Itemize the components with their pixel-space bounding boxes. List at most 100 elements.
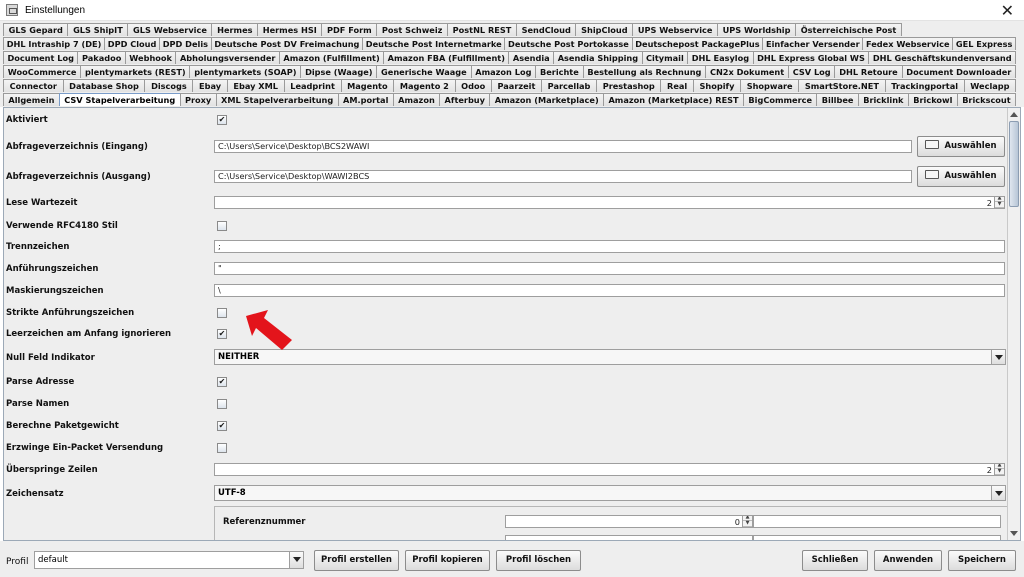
tab-hermes-hsi[interactable]: Hermes HSI (257, 23, 323, 36)
tab-amazon-fba-fulfillment[interactable]: Amazon FBA (Fulfillment) (383, 51, 510, 64)
spinner-down-icon[interactable]: ▼ (995, 469, 1004, 475)
tab-database-shop[interactable]: Database Shop (62, 79, 146, 92)
tab-österreichische-post[interactable]: Österreichische Post (795, 23, 902, 36)
tab-sendcloud[interactable]: SendCloud (515, 23, 577, 36)
spinner-down-icon[interactable]: ▼ (995, 202, 1004, 208)
tab-gel-express[interactable]: GEL Express (952, 37, 1017, 50)
leerzeichen-checkbox[interactable]: ✔ (217, 329, 227, 339)
tab-post-schweiz[interactable]: Post Schweiz (376, 23, 449, 36)
speichern-button[interactable]: Speichern (948, 550, 1016, 571)
tab-document-downloader[interactable]: Document Downloader (901, 65, 1017, 78)
tab-dpd-cloud[interactable]: DPD Cloud (104, 37, 161, 50)
tab-plentymarkets-soap[interactable]: plentymarkets (SOAP) (189, 65, 302, 78)
tab-hermes[interactable]: Hermes (211, 23, 259, 36)
zeichensatz-select[interactable]: UTF-8 (214, 485, 1006, 501)
tab-dhl-retoure[interactable]: DHL Retoure (834, 65, 903, 78)
tab-shipcloud[interactable]: ShipCloud (575, 23, 634, 36)
tab-dhl-easylog[interactable]: DHL Easylog (687, 51, 754, 64)
tab-connector[interactable]: Connector (3, 79, 64, 92)
tab-asendia-shipping[interactable]: Asendia Shipping (553, 51, 643, 64)
null-feld-select[interactable]: NEITHER (214, 349, 1006, 365)
profil-erstellen-button[interactable]: Profil erstellen (314, 550, 399, 571)
maskierungszeichen-field[interactable]: \ (214, 284, 1005, 297)
tab-dipse-waage[interactable]: Dipse (Waage) (300, 65, 378, 78)
chevron-down-icon[interactable] (991, 486, 1005, 500)
tab-amazon-log[interactable]: Amazon Log (470, 65, 537, 78)
tab-deutschepost-packageplus[interactable]: Deutschepost PackagePlus (631, 37, 764, 50)
referenznummer-spinner[interactable]: 0 ▲ ▼ (505, 515, 753, 528)
tab-paarzeit[interactable]: Paarzeit (490, 79, 543, 92)
trennzeichen-field[interactable]: ; (214, 240, 1005, 253)
erzwinge-checkbox[interactable] (217, 443, 227, 453)
berechne-checkbox[interactable]: ✔ (217, 421, 227, 431)
tab-generische-waage[interactable]: Generische Waage (376, 65, 472, 78)
strikte-checkbox[interactable] (217, 308, 227, 318)
tab-amazon-marketplace[interactable]: Amazon (Marketplace) (489, 93, 605, 106)
lese-wartezeit-spinner[interactable]: 2 ▲ ▼ (214, 196, 1005, 209)
output-dir-select-button[interactable]: Auswählen (917, 166, 1005, 187)
scroll-up-icon[interactable] (1009, 109, 1019, 119)
anfuehrungszeichen-field[interactable]: " (214, 262, 1005, 275)
scroll-down-icon[interactable] (1009, 529, 1019, 539)
tab-billbee[interactable]: Billbee (816, 93, 859, 106)
input-dir-select-button[interactable]: Auswählen (917, 136, 1005, 157)
tab-smartstore-net[interactable]: SmartStore.NET (798, 79, 886, 92)
rfc4180-checkbox[interactable] (217, 221, 227, 231)
aktiviert-checkbox[interactable]: ✔ (217, 115, 227, 125)
spinner-down-icon[interactable]: ▼ (743, 521, 752, 527)
tab-discogs[interactable]: Discogs (144, 79, 194, 92)
spinner-buttons[interactable]: ▲ ▼ (742, 516, 752, 527)
profil-kopieren-button[interactable]: Profil kopieren (405, 550, 490, 571)
tab-deutsche-post-internetmarke[interactable]: Deutsche Post Internetmarke (362, 37, 506, 50)
tab-amazon-fulfillment[interactable]: Amazon (Fulfillment) (278, 51, 385, 64)
tab-berichte[interactable]: Berichte (535, 65, 584, 78)
tab-brickowl[interactable]: Brickowl (907, 93, 958, 106)
tab-gls-webservice[interactable]: GLS Webservice (127, 23, 213, 36)
tab-shopify[interactable]: Shopify (692, 79, 742, 92)
tab-fedex-webservice[interactable]: Fedex Webservice (862, 37, 954, 50)
tab-prestashop[interactable]: Prestashop (596, 79, 662, 92)
referenznummer-extra-field[interactable] (753, 515, 1001, 528)
tab-shopware[interactable]: Shopware (740, 79, 800, 92)
tab-xml-stapelverarbeitung[interactable]: XML Stapelverarbeitung (215, 93, 339, 106)
tab-gls-shipit[interactable]: GLS ShipIT (67, 23, 129, 36)
tab-pdf-form[interactable]: PDF Form (321, 23, 378, 36)
tab-deutsche-post-dv-freimachung[interactable]: Deutsche Post DV Freimachung (210, 37, 364, 50)
tab-allgemein[interactable]: Allgemein (3, 93, 60, 106)
tab-bestellung-als-rechnung[interactable]: Bestellung als Rechnung (582, 65, 707, 78)
tab-brickscout[interactable]: Brickscout (956, 93, 1017, 106)
tab-weclapp[interactable]: Weclapp (963, 79, 1017, 92)
tab-dhl-express-global-ws[interactable]: DHL Express Global WS (752, 51, 870, 64)
tab-csv-stapelverarbeitung[interactable]: CSV Stapelverarbeitung (58, 93, 181, 106)
tab-pakadoo[interactable]: Pakadoo (77, 51, 126, 64)
input-dir-field[interactable]: C:\Users\Service\Desktop\BCS2WAWI (214, 140, 912, 153)
tab-dhl-intraship-7-de[interactable]: DHL Intraship 7 (DE) (3, 37, 106, 50)
tab-trackingportal[interactable]: Trackingportal (884, 79, 965, 92)
tab-citymail[interactable]: Citymail (641, 51, 689, 64)
tab-magento[interactable]: Magento (340, 79, 395, 92)
tab-amazon[interactable]: Amazon (392, 93, 441, 106)
tab-ebay[interactable]: Ebay (192, 79, 228, 92)
tab-einfacher-versender[interactable]: Einfacher Versender (762, 37, 864, 50)
ueberspringe-spinner[interactable]: 2 ▲ ▼ (214, 463, 1005, 476)
profil-loeschen-button[interactable]: Profil löschen (496, 550, 581, 571)
tab-bricklink[interactable]: Bricklink (857, 93, 909, 106)
tab-ups-webservice[interactable]: UPS Webservice (632, 23, 719, 36)
tab-odoo[interactable]: Odoo (454, 79, 492, 92)
tab-afterbuy[interactable]: Afterbuy (439, 93, 491, 106)
output-dir-field[interactable]: C:\Users\Service\Desktop\WAWI2BCS (214, 170, 912, 183)
tab-parcellab[interactable]: Parcellab (541, 79, 598, 92)
tab-ups-worldship[interactable]: UPS Worldship (717, 23, 797, 36)
parse-namen-checkbox[interactable] (217, 399, 227, 409)
tab-dpd-delis[interactable]: DPD Delis (159, 37, 212, 50)
close-icon[interactable]: ✕ (1001, 1, 1014, 20)
chevron-down-icon[interactable] (289, 552, 303, 568)
tab-magento-2[interactable]: Magento 2 (393, 79, 456, 92)
tab-am-portal[interactable]: AM.portal (337, 93, 394, 106)
tab-document-log[interactable]: Document Log (3, 51, 79, 64)
tab-ebay-xml[interactable]: Ebay XML (226, 79, 285, 92)
profil-select[interactable]: default (34, 551, 304, 569)
tab-amazon-marketplace-rest[interactable]: Amazon (Marketplace) REST (603, 93, 745, 106)
tab-abholungsversender[interactable]: Abholungsversender (175, 51, 280, 64)
tab-webhook[interactable]: Webhook (124, 51, 177, 64)
